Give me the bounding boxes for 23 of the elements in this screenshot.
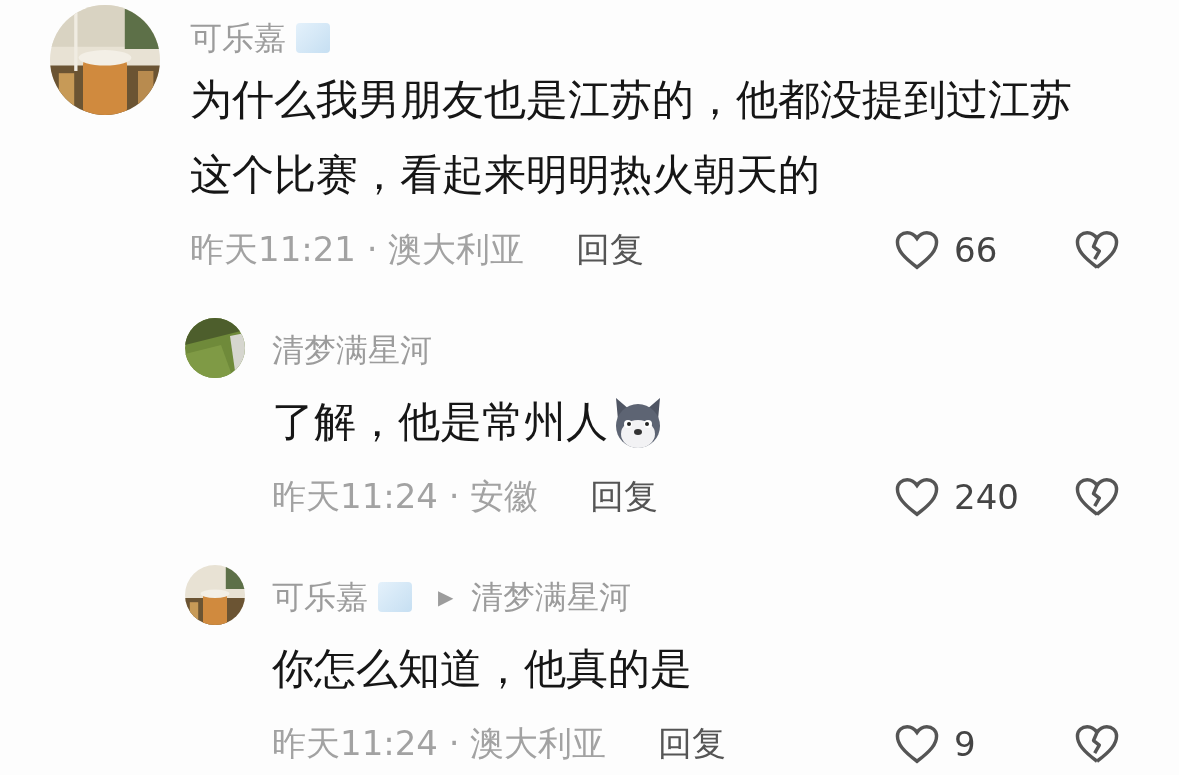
heart-icon[interactable] [894,723,940,765]
like-count: 66 [954,230,998,270]
reply-arrow-icon: ▶ [438,585,454,609]
broken-heart-icon[interactable] [1074,229,1120,271]
reply-button[interactable]: 回复 [658,721,727,767]
reply-button[interactable]: 回复 [590,474,659,520]
reply-button[interactable]: 回复 [576,227,645,273]
comment-meta: 昨天11:24 · 澳大利亚 [272,722,607,765]
comment-text: 为什么我男朋友也是江苏的，他都没提到过江苏这个比赛，看起来明明热火朝天的 [190,74,1073,201]
comment-meta: 昨天11:24 · 安徽 [272,475,539,518]
heart-icon[interactable] [894,229,940,271]
comment-meta: 昨天11:21 · 澳大利亚 [190,228,525,271]
comment-text: 你怎么知道，他真的是 [272,643,692,695]
broken-heart-icon[interactable] [1074,723,1120,765]
like-count: 9 [954,724,976,764]
heart-icon[interactable] [894,476,940,518]
user-name[interactable]: 可乐嘉 [190,14,286,62]
user-name[interactable]: 清梦满星河 [272,326,432,374]
comment-text: 了解，他是常州人 [272,396,608,448]
user-name[interactable]: 可乐嘉 [272,573,368,621]
user-name[interactable]: 清梦满星河 [471,573,632,621]
broken-heart-icon[interactable] [1074,476,1120,518]
like-count: 240 [954,477,1019,517]
